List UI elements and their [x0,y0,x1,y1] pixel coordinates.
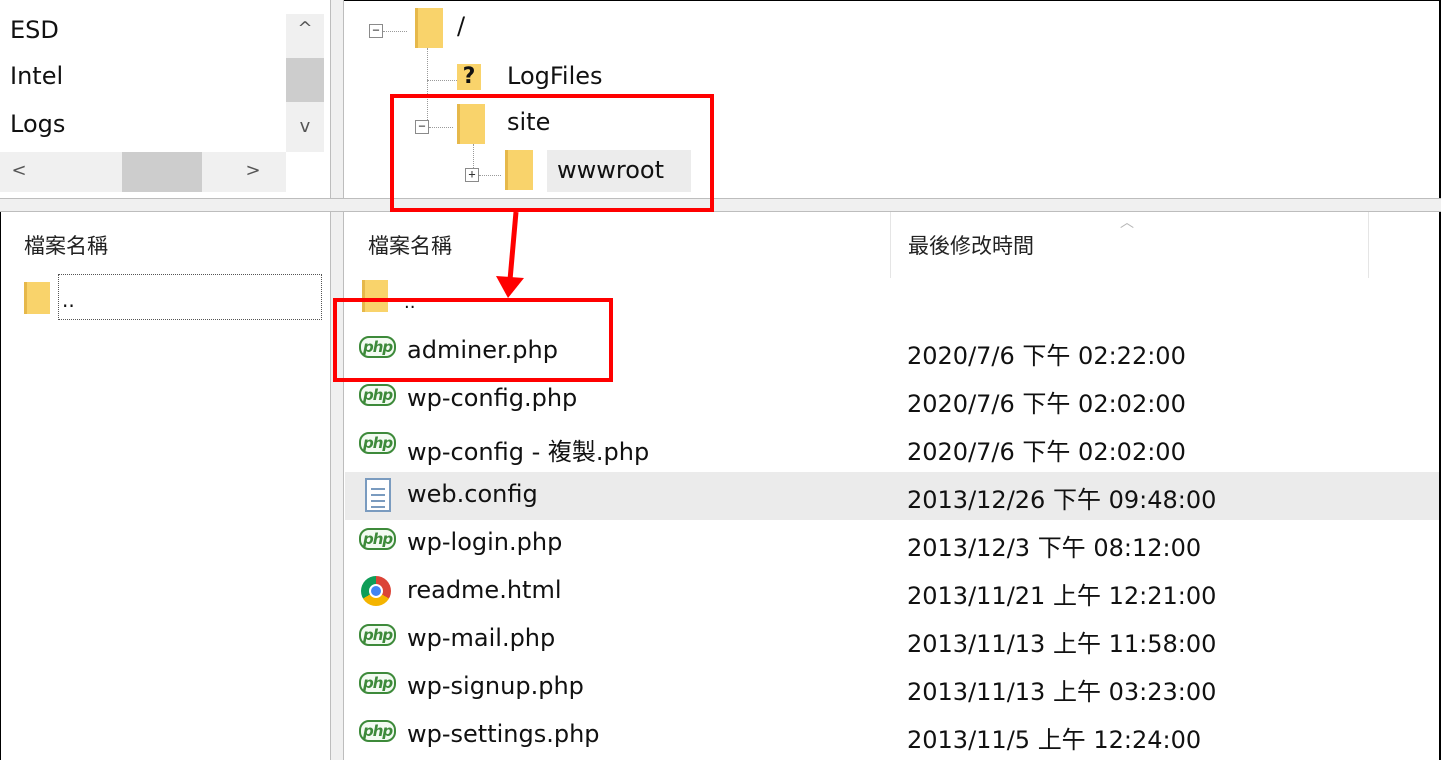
file-name: wp-config.php [407,384,578,412]
tree-connector [427,80,457,81]
tree-connector [383,31,407,32]
local-file-list[interactable]: 檔案名稱 .. [0,212,330,760]
file-modified: 2020/7/6 下午 02:02:00 [907,390,1186,418]
column-separator[interactable] [1368,212,1369,278]
scroll-right-icon[interactable]: > [238,160,268,181]
php-icon: php [359,432,397,462]
file-modified: 2013/11/13 上午 11:58:00 [907,630,1217,658]
parent-directory-item[interactable]: .. [62,288,75,312]
file-modified: 2020/7/6 下午 02:22:00 [907,342,1186,370]
annotation-box-adminer [333,298,613,382]
file-row[interactable]: php wp-login.php 2013/12/3 下午 08:12:00 [345,520,1439,568]
folder-icon [24,282,50,314]
file-modified: 2013/12/26 下午 09:48:00 [907,486,1217,514]
file-modified: 2013/11/5 上午 12:24:00 [907,726,1202,754]
document-icon [365,478,391,512]
tree-node-root[interactable]: / [457,12,465,40]
php-icon: php [359,528,397,558]
scroll-up-icon[interactable]: ^ [286,18,324,39]
chrome-icon [361,576,391,606]
php-icon: php [359,672,397,702]
file-row[interactable]: web.config 2013/12/26 下午 09:48:00 [345,472,1439,520]
file-name: wp-signup.php [407,672,584,700]
file-row[interactable]: readme.html 2013/11/21 上午 12:21:00 [345,568,1439,616]
scroll-left-icon[interactable]: < [4,160,34,181]
tree-node-logfiles[interactable]: LogFiles [507,62,603,90]
file-name: wp-login.php [407,528,563,556]
file-row[interactable]: php wp-config - 複製.php 2020/7/6 下午 02:02… [345,424,1439,472]
horizontal-splitter[interactable] [0,198,1441,212]
file-row[interactable]: php wp-signup.php 2013/11/13 上午 03:23:00 [345,664,1439,712]
file-row[interactable]: php wp-mail.php 2013/11/13 上午 11:58:00 [345,616,1439,664]
folder-icon [415,8,443,48]
sort-indicator-icon: ︿ [1120,215,1134,231]
vertical-splitter[interactable] [330,212,344,760]
file-modified: 2020/7/6 下午 02:02:00 [907,438,1186,466]
column-header-modified[interactable]: 最後修改時間 [908,230,1034,260]
local-directory-list[interactable]: ESD Intel Logs ^ v < > [0,0,331,200]
php-icon: php [359,384,397,414]
unknown-folder-icon: ? [457,64,481,90]
scrollbar-thumb[interactable] [122,152,202,192]
file-row[interactable]: php wp-settings.php 2013/11/5 上午 12:24:0… [345,712,1439,760]
annotation-arrow [496,211,524,298]
file-modified: 2013/12/3 下午 08:12:00 [907,534,1202,562]
collapse-icon[interactable]: − [369,24,383,38]
file-row[interactable]: php wp-config.php 2020/7/6 下午 02:02:00 [345,376,1439,424]
scrollbar-thumb[interactable] [286,58,324,102]
local-dir-item[interactable]: ESD [10,16,59,44]
scroll-down-icon[interactable]: v [286,116,324,137]
file-name: wp-config - 複製.php [407,438,650,466]
file-modified: 2013/11/21 上午 12:21:00 [907,582,1217,610]
local-dir-item[interactable]: Logs [10,110,65,138]
file-name: wp-settings.php [407,720,600,748]
php-icon: php [359,720,397,750]
column-separator[interactable] [890,212,891,278]
file-modified: 2013/11/13 上午 03:23:00 [907,678,1217,706]
local-dir-item[interactable]: Intel [10,62,63,90]
vertical-splitter[interactable] [330,0,344,206]
column-header-filename[interactable]: 檔案名稱 [368,230,452,260]
file-name: web.config [407,480,538,508]
annotation-box-site [390,94,714,212]
file-name: readme.html [407,576,562,604]
file-name: wp-mail.php [407,624,556,652]
php-icon: php [359,624,397,654]
focus-rectangle [58,274,322,320]
column-header-filename[interactable]: 檔案名稱 [24,230,108,260]
